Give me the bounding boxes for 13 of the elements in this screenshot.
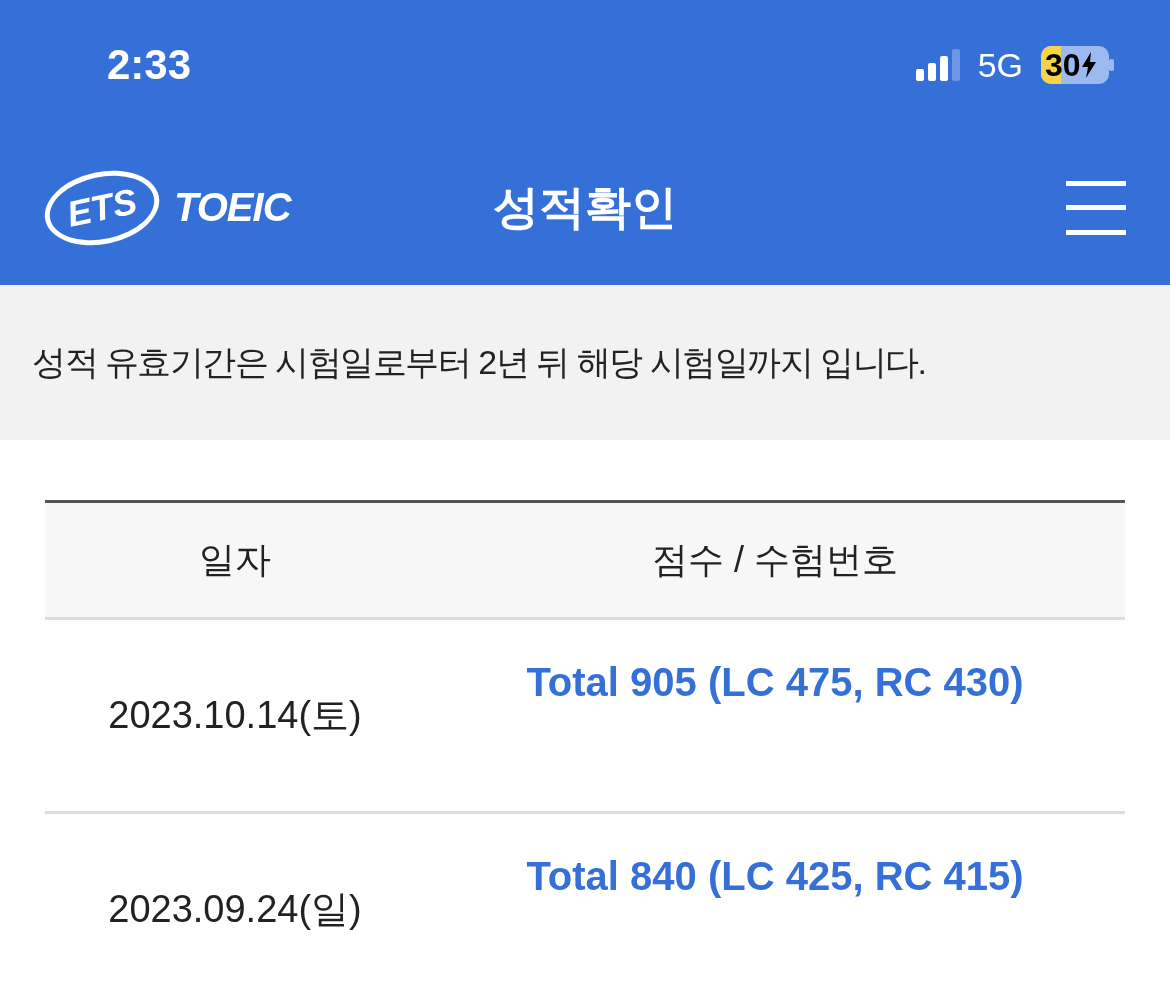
logo-text: TOEIC <box>174 185 291 230</box>
page-title: 성적확인 <box>493 179 677 235</box>
clock-time: 2:33 <box>107 41 192 89</box>
score-link[interactable]: Total 905 (LC 475, RC 430) <box>526 660 1024 704</box>
signal-icon <box>915 49 960 81</box>
column-header: 점수 / 수험번호 <box>651 537 899 582</box>
test-date: 2023.09.24(일) <box>108 888 362 930</box>
notice-text: 성적 유효기간은 시험일로부터 2년 뒤 해당 시험일까지 입니다. <box>32 341 926 383</box>
menu-icon[interactable] <box>1066 180 1126 235</box>
test-date: 2023.10.14(토) <box>108 694 362 736</box>
score-link[interactable]: Total 840 (LC 425, RC 415) <box>526 854 1024 898</box>
column-header: 일자 <box>198 537 272 582</box>
network-label: 5G <box>977 45 1023 85</box>
